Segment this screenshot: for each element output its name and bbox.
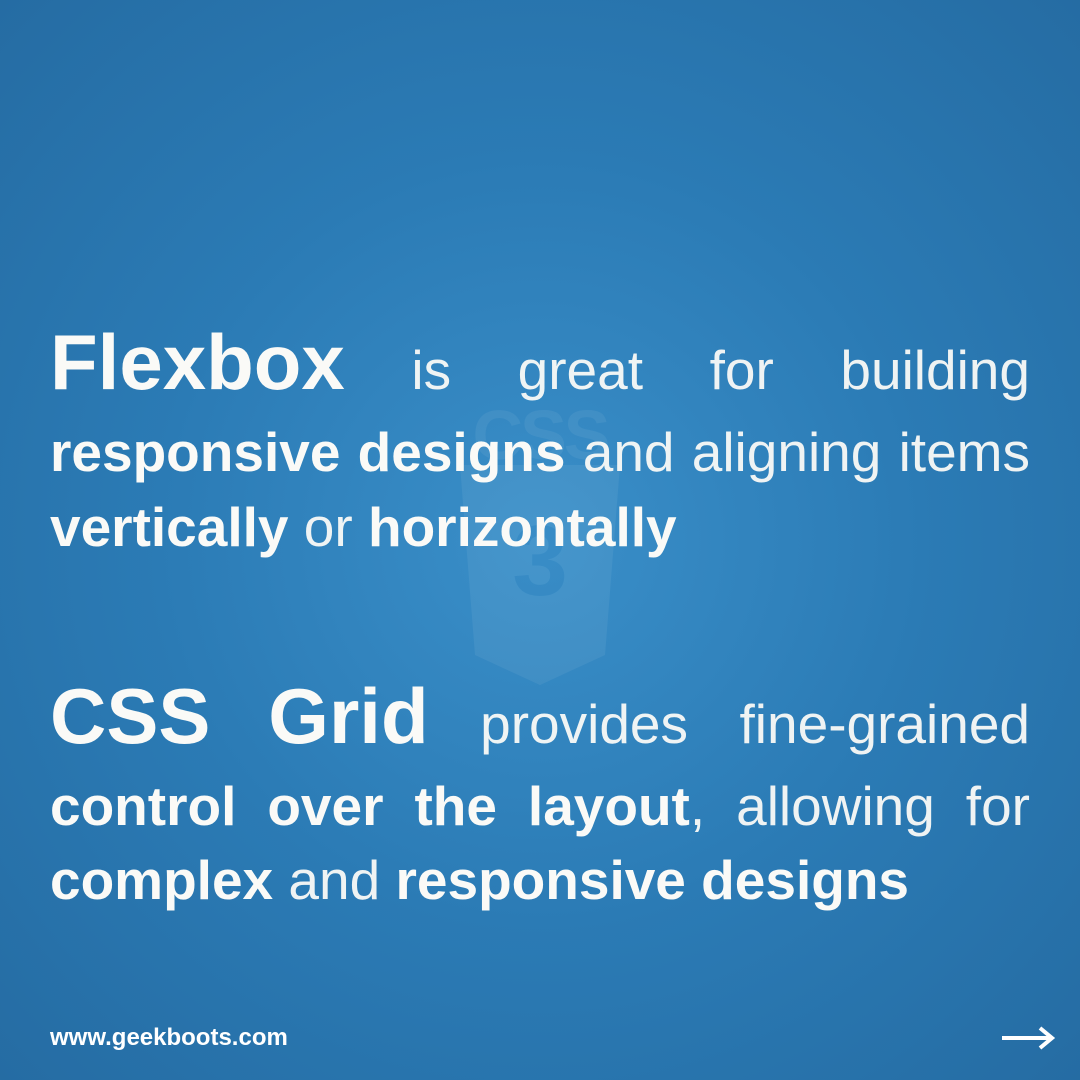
text-segment: provides fine-grained (429, 693, 1030, 755)
text-responsive-designs: responsive designs (50, 421, 566, 483)
text-segment: , allowing for (690, 775, 1030, 837)
text-segment: or (289, 496, 368, 558)
flexbox-paragraph: Flexbox is great for building responsive… (50, 310, 1030, 564)
text-flexbox: Flexbox (50, 318, 345, 406)
text-responsive-designs-2: responsive de­signs (395, 849, 909, 911)
text-css-grid: CSS Grid (50, 672, 429, 760)
main-content: Flexbox is great for building responsive… (50, 310, 1030, 1018)
text-segment: and (273, 849, 395, 911)
footer: www.geekboots.com (50, 1024, 1056, 1052)
grid-paragraph: CSS Grid provides fine-grained control o… (50, 664, 1030, 918)
text-control-layout: control over the layout (50, 775, 690, 837)
website-url[interactable]: www.geekboots.com (50, 1024, 288, 1052)
arrow-right-icon (1000, 1026, 1056, 1050)
text-vertically: vertically (50, 496, 289, 558)
text-complex: complex (50, 849, 273, 911)
text-segment: and aligning items (566, 421, 1031, 483)
text-horizontally: horizontally (368, 496, 677, 558)
text-segment: is great for building (345, 339, 1030, 401)
